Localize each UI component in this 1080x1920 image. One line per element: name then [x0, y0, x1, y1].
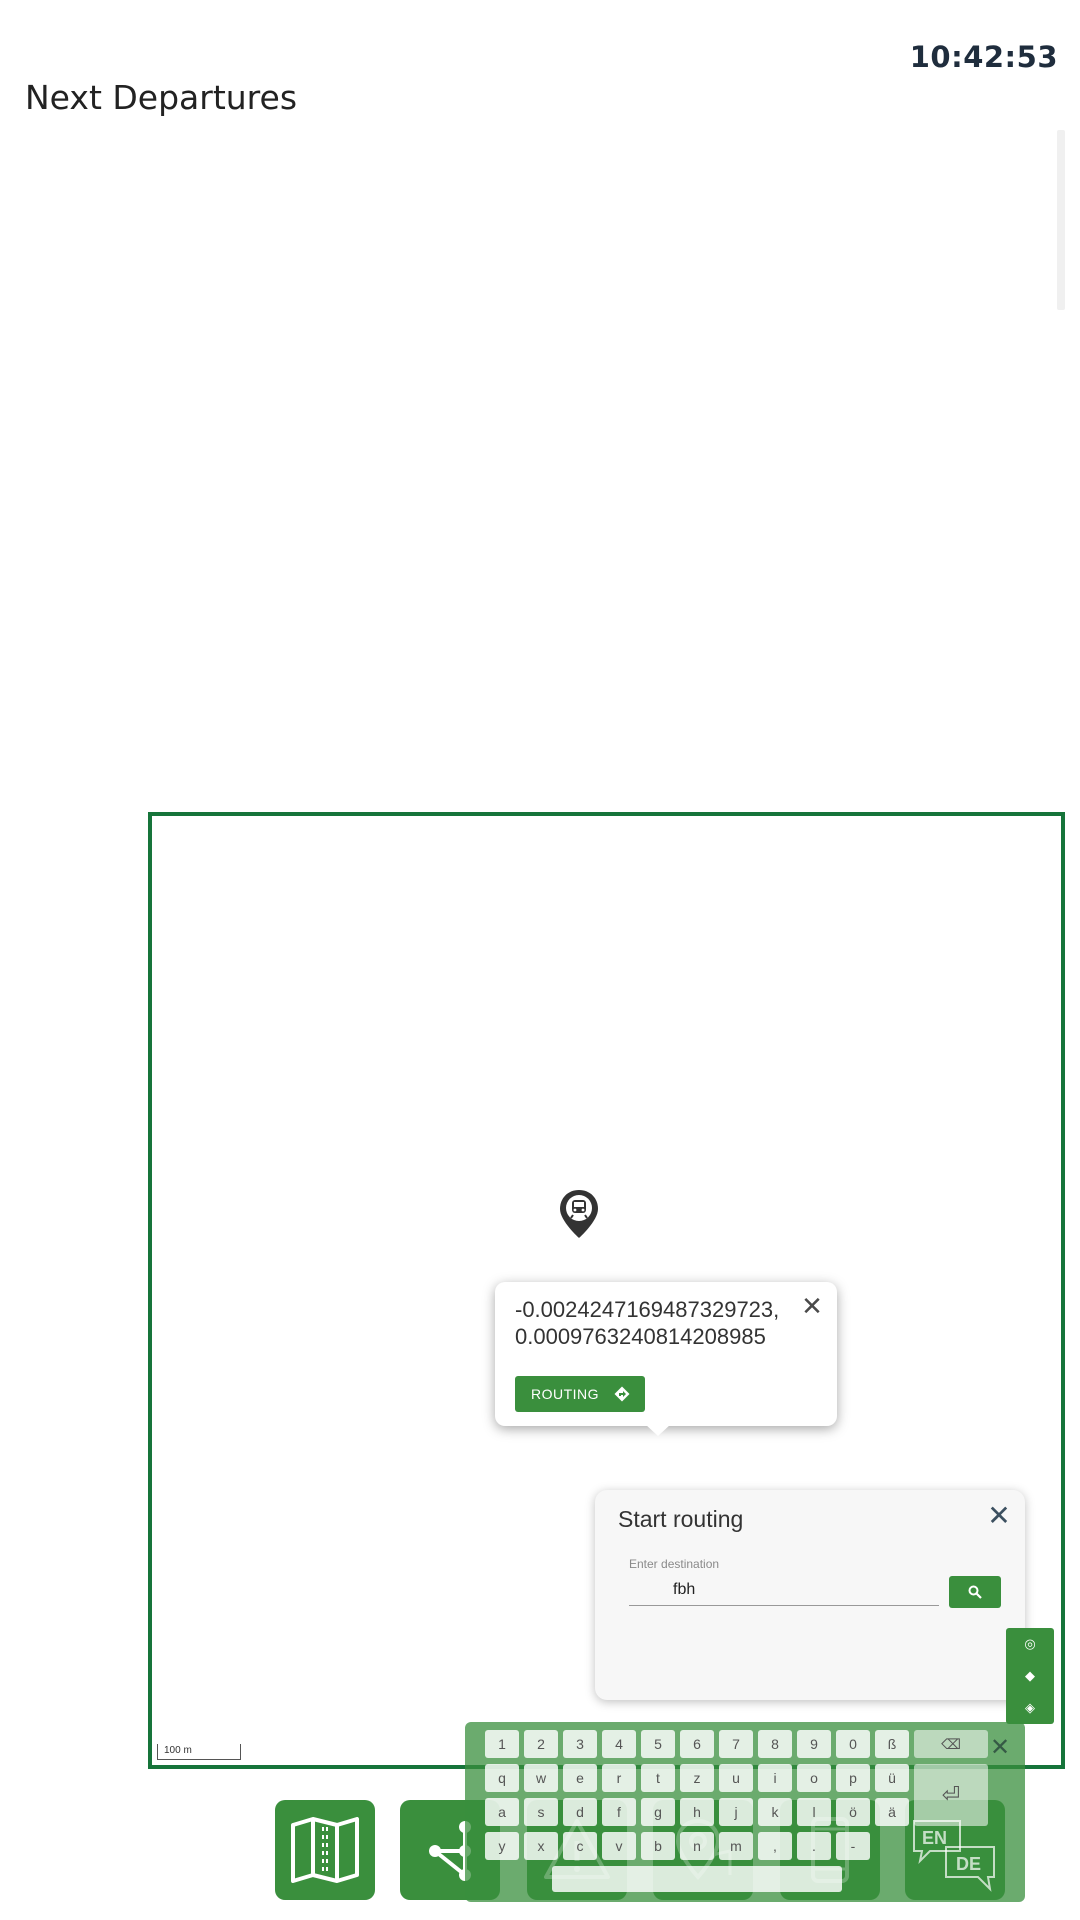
- language-en: EN: [922, 1828, 947, 1848]
- clock: 10:42:53: [909, 40, 1058, 74]
- map-icon: [291, 1817, 359, 1883]
- key[interactable]: .: [797, 1832, 831, 1860]
- key[interactable]: k: [758, 1798, 792, 1826]
- key[interactable]: ä: [875, 1798, 909, 1826]
- search-icon: [968, 1585, 982, 1599]
- key[interactable]: r: [602, 1764, 636, 1792]
- map-popup: -0.0024247169487329723, 0.00097632408142…: [495, 1282, 837, 1436]
- key[interactable]: x: [524, 1832, 558, 1860]
- key[interactable]: d: [563, 1798, 597, 1826]
- routing-button-label: ROUTING: [531, 1386, 600, 1402]
- key[interactable]: m: [719, 1832, 753, 1860]
- scrollbar[interactable]: [1057, 130, 1065, 310]
- key[interactable]: n: [680, 1832, 714, 1860]
- key[interactable]: q: [485, 1764, 519, 1792]
- key[interactable]: y: [485, 1832, 519, 1860]
- key[interactable]: w: [524, 1764, 558, 1792]
- key[interactable]: 3: [563, 1730, 597, 1758]
- key[interactable]: ü: [875, 1764, 909, 1792]
- layers-icon[interactable]: ◆: [1006, 1660, 1054, 1692]
- backspace-key[interactable]: ⌫: [914, 1730, 988, 1758]
- directions-icon: [614, 1386, 630, 1402]
- key[interactable]: ß: [875, 1730, 909, 1758]
- destination-search-button[interactable]: [949, 1576, 1001, 1608]
- key[interactable]: a: [485, 1798, 519, 1826]
- transit-stop-marker-icon[interactable]: [557, 1188, 601, 1240]
- key[interactable]: i: [758, 1764, 792, 1792]
- key[interactable]: 7: [719, 1730, 753, 1758]
- key[interactable]: j: [719, 1798, 753, 1826]
- onscreen-keyboard: ✕ 1 2 3 4 5 6 7 8 9 0 ß ⌫ q w e r t z u …: [465, 1722, 1025, 1902]
- key[interactable]: t: [641, 1764, 675, 1792]
- popup-close-icon[interactable]: ✕: [801, 1294, 823, 1320]
- key[interactable]: ,: [758, 1832, 792, 1860]
- popup-coord-line1: -0.0024247169487329723,: [515, 1297, 780, 1322]
- key[interactable]: 4: [602, 1730, 636, 1758]
- key[interactable]: z: [680, 1764, 714, 1792]
- key[interactable]: 0: [836, 1730, 870, 1758]
- key[interactable]: 8: [758, 1730, 792, 1758]
- routing-panel-title: Start routing: [618, 1506, 744, 1532]
- key[interactable]: h: [680, 1798, 714, 1826]
- map-scale: 100 m: [157, 1744, 241, 1760]
- key[interactable]: u: [719, 1764, 753, 1792]
- language-switch[interactable]: EN DE: [910, 1817, 1000, 1897]
- key[interactable]: ö: [836, 1798, 870, 1826]
- key[interactable]: l: [797, 1798, 831, 1826]
- destination-input[interactable]: [629, 1574, 939, 1606]
- language-de: DE: [956, 1854, 981, 1874]
- directions-control-icon[interactable]: ◈: [1006, 1692, 1054, 1724]
- key[interactable]: g: [641, 1798, 675, 1826]
- nav-map-button[interactable]: [275, 1800, 375, 1900]
- routing-panel: Start routing ✕ Enter destination: [595, 1490, 1025, 1700]
- popup-coordinates: -0.0024247169487329723, 0.00097632408142…: [515, 1296, 815, 1350]
- key[interactable]: -: [836, 1832, 870, 1860]
- key[interactable]: c: [563, 1832, 597, 1860]
- key[interactable]: v: [602, 1832, 636, 1860]
- locate-icon[interactable]: ◎: [1006, 1628, 1054, 1660]
- key[interactable]: p: [836, 1764, 870, 1792]
- key[interactable]: 9: [797, 1730, 831, 1758]
- key[interactable]: b: [641, 1832, 675, 1860]
- keyboard-close-icon[interactable]: ✕: [989, 1735, 1011, 1759]
- language-chat-icon: EN DE: [913, 1820, 995, 1892]
- key[interactable]: 6: [680, 1730, 714, 1758]
- page-title: Next Departures: [25, 78, 298, 117]
- routing-button[interactable]: ROUTING: [515, 1376, 645, 1412]
- key[interactable]: 5: [641, 1730, 675, 1758]
- popup-pointer: [645, 1424, 671, 1436]
- key[interactable]: s: [524, 1798, 558, 1826]
- key[interactable]: 2: [524, 1730, 558, 1758]
- map-controls: ◎ ◆ ◈: [1006, 1628, 1054, 1724]
- routing-close-icon[interactable]: ✕: [987, 1502, 1011, 1530]
- key[interactable]: f: [602, 1798, 636, 1826]
- key[interactable]: 1: [485, 1730, 519, 1758]
- destination-label: Enter destination: [629, 1557, 720, 1571]
- key[interactable]: e: [563, 1764, 597, 1792]
- space-key[interactable]: [552, 1866, 842, 1892]
- key[interactable]: o: [797, 1764, 831, 1792]
- popup-coord-line2: 0.0009763240814208985: [515, 1324, 766, 1349]
